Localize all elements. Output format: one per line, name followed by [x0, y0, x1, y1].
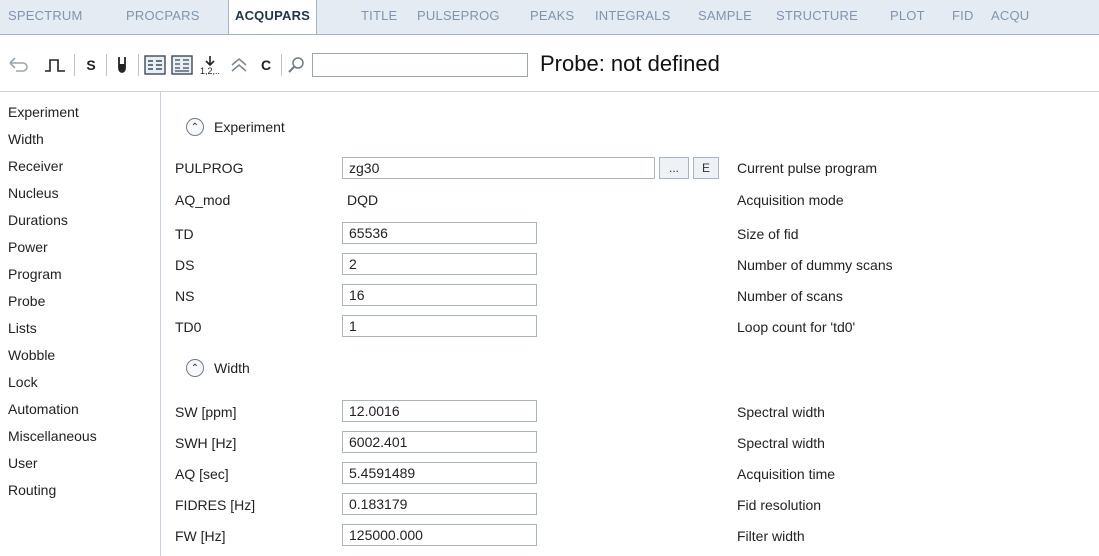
- sidebar-item-probe[interactable]: Probe: [8, 293, 45, 309]
- aq-mod-value: DQD: [347, 192, 379, 208]
- param-name: FIDRES [Hz]: [175, 497, 256, 513]
- param-name: AQ [sec]: [175, 466, 229, 482]
- param-description: Filter width: [737, 528, 805, 544]
- toolbar-divider: [281, 54, 282, 76]
- toolbar-divider: [0, 91, 1099, 92]
- tab-pulseprog[interactable]: PULSEPROG: [417, 0, 500, 34]
- tab-fid[interactable]: FID: [952, 0, 974, 34]
- sidebar-item-experiment[interactable]: Experiment: [8, 104, 79, 120]
- tab-spectrum[interactable]: SPECTRUM: [8, 0, 83, 34]
- param-name: TD0: [175, 319, 202, 335]
- sidebar-item-program[interactable]: Program: [8, 266, 62, 282]
- section-title: Width: [214, 360, 250, 376]
- param-name: SWH [Hz]: [175, 435, 237, 451]
- fw-hz-field[interactable]: [342, 524, 537, 546]
- tab-plot[interactable]: PLOT: [890, 0, 925, 34]
- section-title: Experiment: [214, 119, 285, 135]
- collapse-section-icon[interactable]: ⌃: [186, 359, 204, 377]
- fidres-hz-field[interactable]: [342, 493, 537, 515]
- param-name: SW [ppm]: [175, 404, 237, 420]
- sidebar-item-width[interactable]: Width: [8, 131, 44, 147]
- sidebar-item-receiver[interactable]: Receiver: [8, 158, 63, 174]
- param-description: Number of scans: [737, 288, 843, 304]
- tab-peaks[interactable]: PEAKS: [530, 0, 574, 34]
- toolbar-divider: [138, 54, 139, 76]
- param-description: Acquisition time: [737, 466, 836, 482]
- param-description: Number of dummy scans: [737, 257, 893, 273]
- collapse-section-icon[interactable]: ⌃: [186, 118, 204, 136]
- ds-field[interactable]: [342, 253, 537, 275]
- c-button[interactable]: C: [255, 54, 277, 76]
- toolbar-divider: [106, 54, 107, 76]
- param-name: PULPROG: [175, 160, 244, 176]
- ns-field[interactable]: [342, 284, 537, 306]
- param-description: Fid resolution: [737, 497, 822, 513]
- table-sort-icon[interactable]: [170, 54, 194, 76]
- section-header-experiment: ⌃ Experiment: [186, 118, 285, 136]
- param-description: Size of fid: [737, 226, 799, 242]
- param-description: Acquisition mode: [737, 192, 844, 208]
- swh-hz-field[interactable]: [342, 431, 537, 453]
- collapse-up-icon[interactable]: [227, 54, 251, 76]
- section-header-width: ⌃ Width: [186, 359, 250, 377]
- param-description: Current pulse program: [737, 160, 878, 176]
- sidebar-item-user[interactable]: User: [8, 455, 38, 471]
- undo-icon[interactable]: [4, 54, 32, 76]
- edit-button[interactable]: E: [693, 157, 719, 179]
- param-name: AQ_mod: [175, 192, 231, 208]
- sample-tube-icon[interactable]: [112, 54, 132, 76]
- param-description: Loop count for 'td0': [737, 319, 856, 335]
- sidebar-item-power[interactable]: Power: [8, 239, 48, 255]
- sidebar-item-wobble[interactable]: Wobble: [8, 347, 55, 363]
- param-description: Spectral width: [737, 404, 825, 420]
- probe-status: Probe: not defined: [540, 51, 720, 76]
- tab-sample[interactable]: SAMPLE: [698, 0, 752, 34]
- param-name: TD: [175, 226, 194, 242]
- sidebar: Experiment Width Receiver Nucleus Durati…: [0, 92, 161, 556]
- sidebar-item-nucleus[interactable]: Nucleus: [8, 185, 59, 201]
- pulprog-field[interactable]: [342, 157, 655, 179]
- sidebar-item-miscellaneous[interactable]: Miscellaneous: [8, 428, 97, 444]
- td0-field[interactable]: [342, 315, 537, 337]
- param-description: Spectral width: [737, 435, 825, 451]
- param-name: DS: [175, 257, 195, 273]
- table-view-icon[interactable]: [143, 54, 167, 76]
- toolbar-divider: [74, 54, 75, 76]
- tab-procpars[interactable]: PROCPARS: [126, 0, 200, 34]
- search-icon[interactable]: [285, 54, 307, 76]
- sidebar-item-lists[interactable]: Lists: [8, 320, 37, 336]
- tab-acqu[interactable]: ACQU: [991, 0, 1029, 34]
- tab-acqupars[interactable]: ACQUPARS: [228, 0, 318, 34]
- td-field[interactable]: [342, 222, 537, 244]
- tab-integrals[interactable]: INTEGRALS: [595, 0, 670, 34]
- s-button[interactable]: S: [80, 54, 102, 76]
- search-input[interactable]: [312, 53, 528, 77]
- numbering-icon[interactable]: 1,2,..: [197, 54, 223, 76]
- sw-ppm-field[interactable]: [342, 400, 537, 422]
- tab-bar: SPECTRUM PROCPARS ACQUPARS TITLE PULSEPR…: [0, 0, 1099, 35]
- sidebar-item-routing[interactable]: Routing: [8, 482, 56, 498]
- param-name: NS: [175, 288, 195, 304]
- browse-button[interactable]: ...: [659, 157, 689, 179]
- sidebar-item-durations[interactable]: Durations: [8, 212, 68, 228]
- param-name: FW [Hz]: [175, 528, 226, 544]
- pulse-icon[interactable]: [40, 54, 70, 76]
- tab-structure[interactable]: STRUCTURE: [776, 0, 858, 34]
- tab-title[interactable]: TITLE: [361, 0, 397, 34]
- sidebar-item-lock[interactable]: Lock: [8, 374, 38, 390]
- aq-sec-field[interactable]: [342, 462, 537, 484]
- sidebar-item-automation[interactable]: Automation: [8, 401, 79, 417]
